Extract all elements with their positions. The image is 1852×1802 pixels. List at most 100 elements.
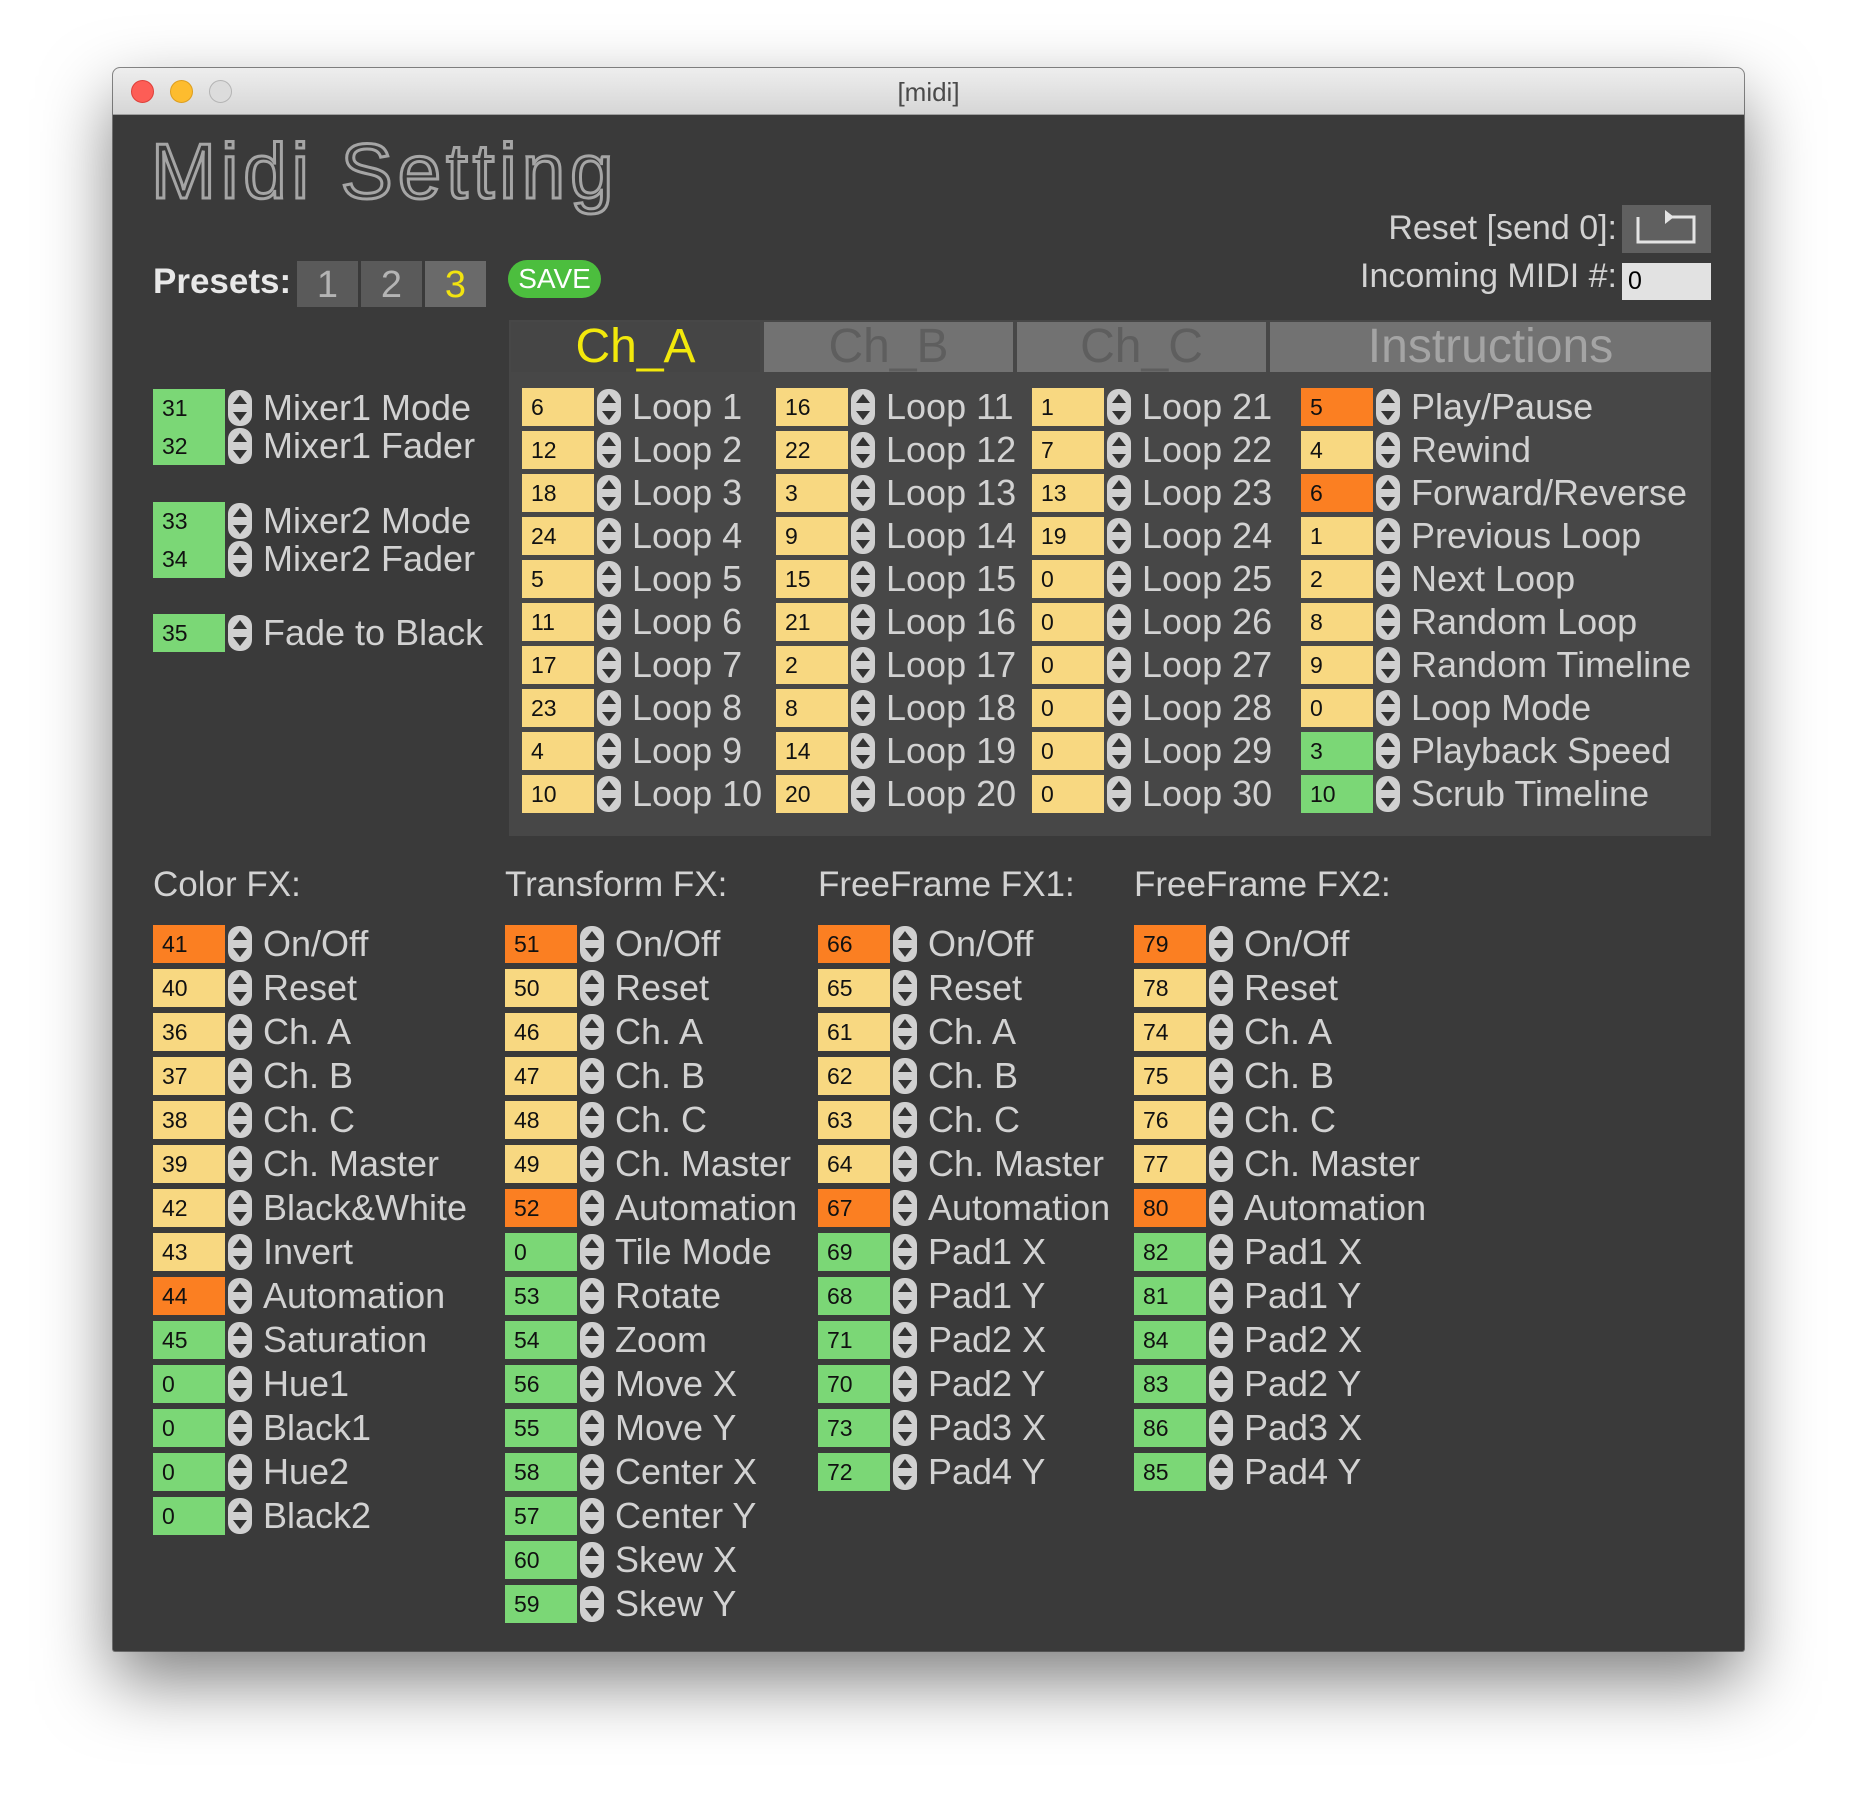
stepper-arrows-icon[interactable] [1209,1058,1233,1094]
stepper-arrows-icon[interactable] [228,1190,252,1226]
stepper-arrows-icon[interactable] [1209,1146,1233,1182]
midi-number-field[interactable]: 0 [1301,689,1373,727]
stepper-arrows-icon[interactable] [1107,475,1131,511]
midi-number-field[interactable]: 12 [522,431,594,469]
midi-number-field[interactable]: 19 [1032,517,1104,555]
midi-number-field[interactable]: 4 [522,732,594,770]
stepper-arrows-icon[interactable] [580,1278,604,1314]
preset-button-3[interactable]: 3 [425,261,486,307]
midi-number-field[interactable]: 16 [776,388,848,426]
midi-number-field[interactable]: 83 [1134,1365,1206,1403]
midi-number-field[interactable]: 73 [818,1409,890,1447]
stepper-arrows-icon[interactable] [1107,647,1131,683]
midi-number-field[interactable]: 32 [153,427,225,465]
stepper-arrows-icon[interactable] [893,1058,917,1094]
reset-button[interactable] [1622,205,1711,253]
stepper-arrows-icon[interactable] [228,1454,252,1490]
midi-number-field[interactable]: 7 [1032,431,1104,469]
stepper-arrows-icon[interactable] [228,1498,252,1534]
midi-number-field[interactable]: 21 [776,603,848,641]
stepper-arrows-icon[interactable] [893,1322,917,1358]
midi-number-field[interactable]: 11 [522,603,594,641]
stepper-arrows-icon[interactable] [228,970,252,1006]
midi-number-field[interactable]: 72 [818,1453,890,1491]
midi-number-field[interactable]: 52 [505,1189,577,1227]
midi-number-field[interactable]: 70 [818,1365,890,1403]
midi-number-field[interactable]: 48 [505,1101,577,1139]
midi-number-field[interactable]: 14 [776,732,848,770]
midi-number-field[interactable]: 23 [522,689,594,727]
midi-number-field[interactable]: 79 [1134,925,1206,963]
stepper-arrows-icon[interactable] [580,926,604,962]
midi-number-field[interactable]: 74 [1134,1013,1206,1051]
midi-number-field[interactable]: 1 [1301,517,1373,555]
tab-ch-a[interactable]: Ch_A [511,322,760,372]
stepper-arrows-icon[interactable] [893,926,917,962]
midi-number-field[interactable]: 63 [818,1101,890,1139]
midi-number-field[interactable]: 0 [153,1497,225,1535]
stepper-arrows-icon[interactable] [580,970,604,1006]
stepper-arrows-icon[interactable] [893,1190,917,1226]
midi-number-field[interactable]: 3 [776,474,848,512]
midi-number-field[interactable]: 68 [818,1277,890,1315]
midi-number-field[interactable]: 24 [522,517,594,555]
midi-number-field[interactable]: 5 [522,560,594,598]
stepper-arrows-icon[interactable] [1107,518,1131,554]
stepper-arrows-icon[interactable] [851,647,875,683]
stepper-arrows-icon[interactable] [1376,561,1400,597]
midi-number-field[interactable]: 2 [1301,560,1373,598]
midi-number-field[interactable]: 60 [505,1541,577,1579]
midi-number-field[interactable]: 77 [1134,1145,1206,1183]
stepper-arrows-icon[interactable] [1107,733,1131,769]
midi-number-field[interactable]: 55 [505,1409,577,1447]
midi-number-field[interactable]: 38 [153,1101,225,1139]
midi-number-field[interactable]: 6 [1301,474,1373,512]
stepper-arrows-icon[interactable] [597,776,621,812]
midi-number-field[interactable]: 36 [153,1013,225,1051]
stepper-arrows-icon[interactable] [228,926,252,962]
stepper-arrows-icon[interactable] [597,475,621,511]
stepper-arrows-icon[interactable] [1209,1410,1233,1446]
stepper-arrows-icon[interactable] [893,970,917,1006]
midi-number-field[interactable]: 47 [505,1057,577,1095]
stepper-arrows-icon[interactable] [228,1278,252,1314]
stepper-arrows-icon[interactable] [893,1234,917,1270]
stepper-arrows-icon[interactable] [580,1146,604,1182]
tab-ch-b[interactable]: Ch_B [764,322,1013,372]
stepper-arrows-icon[interactable] [580,1542,604,1578]
stepper-arrows-icon[interactable] [1376,733,1400,769]
stepper-arrows-icon[interactable] [1376,475,1400,511]
midi-number-field[interactable]: 82 [1134,1233,1206,1271]
stepper-arrows-icon[interactable] [597,604,621,640]
midi-number-field[interactable]: 2 [776,646,848,684]
stepper-arrows-icon[interactable] [1107,776,1131,812]
stepper-arrows-icon[interactable] [851,389,875,425]
midi-number-field[interactable]: 31 [153,389,225,427]
stepper-arrows-icon[interactable] [1209,1278,1233,1314]
midi-number-field[interactable]: 86 [1134,1409,1206,1447]
midi-number-field[interactable]: 57 [505,1497,577,1535]
stepper-arrows-icon[interactable] [597,432,621,468]
midi-number-field[interactable]: 10 [1301,775,1373,813]
midi-number-field[interactable]: 56 [505,1365,577,1403]
stepper-arrows-icon[interactable] [228,1410,252,1446]
stepper-arrows-icon[interactable] [1209,926,1233,962]
stepper-arrows-icon[interactable] [1209,1014,1233,1050]
midi-number-field[interactable]: 75 [1134,1057,1206,1095]
stepper-arrows-icon[interactable] [228,1322,252,1358]
stepper-arrows-icon[interactable] [597,518,621,554]
midi-number-field[interactable]: 35 [153,614,225,652]
stepper-arrows-icon[interactable] [851,561,875,597]
midi-number-field[interactable]: 45 [153,1321,225,1359]
midi-number-field[interactable]: 49 [505,1145,577,1183]
save-button[interactable]: SAVE [508,260,601,298]
midi-number-field[interactable]: 8 [776,689,848,727]
midi-number-field[interactable]: 4 [1301,431,1373,469]
stepper-arrows-icon[interactable] [597,561,621,597]
preset-button-1[interactable]: 1 [297,261,358,307]
midi-number-field[interactable]: 0 [1032,775,1104,813]
stepper-arrows-icon[interactable] [228,541,252,577]
midi-number-field[interactable]: 62 [818,1057,890,1095]
midi-number-field[interactable]: 1 [1032,388,1104,426]
stepper-arrows-icon[interactable] [228,1102,252,1138]
